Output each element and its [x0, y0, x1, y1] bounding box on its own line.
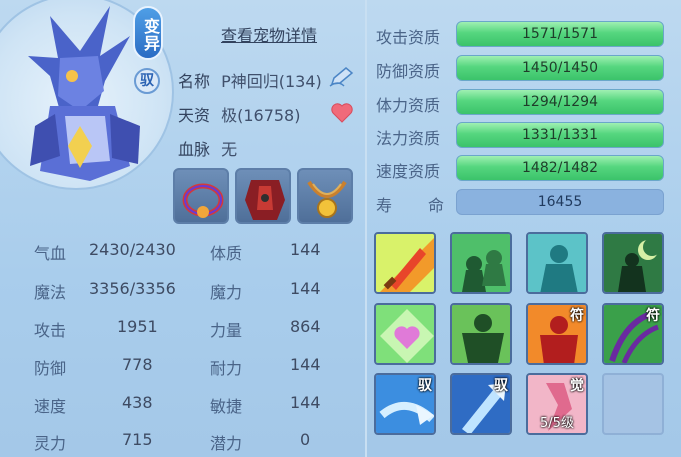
empty-skill-slot[interactable] — [602, 373, 664, 435]
lifespan-label-a: 寿 — [376, 196, 393, 215]
speed-value: 438 — [122, 393, 153, 412]
edit-name-icon[interactable] — [328, 66, 356, 88]
attack-label: 攻击 — [34, 321, 67, 340]
skill-slot-4[interactable] — [602, 232, 664, 294]
endurance-value: 144 — [290, 355, 321, 374]
attack-aptitude-label: 攻击资质 — [376, 28, 441, 47]
awaken-level: 5/5级 — [540, 416, 574, 431]
skill-slot-5[interactable] — [374, 303, 436, 365]
collar-equipment-slot[interactable] — [173, 168, 229, 224]
necklace-equipment-slot[interactable] — [297, 168, 353, 224]
endurance-label: 耐力 — [210, 359, 243, 378]
view-pet-details-link[interactable]: 查看宠物详情 — [221, 22, 317, 46]
spirit-value: 715 — [122, 430, 153, 449]
mp-label: 魔法 — [34, 283, 67, 302]
potential-value: 0 — [300, 430, 311, 449]
bloodline-row: 血脉 无 — [178, 136, 237, 160]
skill-slot-2[interactable] — [450, 232, 512, 294]
skill-slot-1[interactable] — [374, 232, 436, 294]
panel-divider — [365, 0, 367, 457]
skill-slot-11[interactable]: 觉 5/5级 — [526, 373, 588, 435]
armor-equipment-slot[interactable] — [235, 168, 291, 224]
constitution-value: 144 — [290, 240, 321, 259]
defense-aptitude-bar: 1450/1450 — [456, 55, 664, 81]
mana-aptitude-label: 法力资质 — [376, 129, 441, 148]
skill-slot-10[interactable]: 驭 — [450, 373, 512, 435]
name-label: 名称 — [178, 72, 211, 91]
skill-slot-8[interactable]: 符 — [602, 303, 664, 365]
spirit-guard-icon — [528, 234, 586, 292]
lifespan-label-b: 命 — [428, 196, 445, 215]
talisman-tag: 符 — [570, 308, 584, 324]
double-strike-icon — [452, 234, 510, 292]
mutant-badge: 变异 — [133, 6, 163, 60]
armor-icon — [245, 180, 285, 220]
necklace-icon — [307, 180, 347, 218]
bloodline-label: 血脉 — [178, 140, 211, 159]
hp-label: 气血 — [34, 244, 67, 263]
speed-aptitude-bar: 1482/1482 — [456, 155, 664, 181]
attack-aptitude-bar: 1571/1571 — [456, 21, 664, 47]
tame-badge: 驭 — [134, 68, 160, 94]
strength-label: 力量 — [210, 321, 243, 340]
defense-label: 防御 — [34, 359, 67, 378]
magic-power-label: 魔力 — [210, 283, 243, 302]
agility-value: 144 — [290, 393, 321, 412]
attack-value: 1951 — [117, 317, 158, 336]
defense-aptitude-label: 防御资质 — [376, 62, 441, 81]
tame-tag: 驭 — [418, 378, 432, 394]
potential-label: 潜力 — [210, 434, 243, 453]
talent-value: 极(16758) — [221, 106, 301, 125]
skill-slot-6[interactable] — [450, 303, 512, 365]
bloodline-value: 无 — [221, 140, 238, 159]
tame-tag: 驭 — [494, 378, 508, 394]
name-row: 名称 P神回归(134) — [178, 68, 322, 92]
giant-strength-icon — [452, 305, 510, 363]
heart-icon[interactable] — [330, 102, 354, 124]
stamina-aptitude-label: 体力资质 — [376, 96, 441, 115]
talent-row: 天资 极(16758) — [178, 102, 300, 126]
hp-value: 2430/2430 — [89, 240, 176, 259]
defense-value: 778 — [122, 355, 153, 374]
spirit-label: 灵力 — [34, 434, 67, 453]
agility-label: 敏捷 — [210, 397, 243, 416]
awaken-tag: 觉 — [570, 378, 584, 394]
speed-label: 速度 — [34, 397, 67, 416]
mp-value: 3356/3356 — [89, 279, 176, 298]
skill-slot-3[interactable] — [526, 232, 588, 294]
skill-slot-7[interactable]: 符 — [526, 303, 588, 365]
talent-label: 天资 — [178, 106, 211, 125]
talisman-tag: 符 — [646, 308, 660, 324]
skill-slot-9[interactable]: 驭 — [374, 373, 436, 435]
name-value: P神回归(134) — [221, 72, 322, 91]
stamina-aptitude-bar: 1294/1294 — [456, 89, 664, 115]
collar-icon — [182, 183, 224, 218]
heart-heal-icon — [376, 305, 434, 363]
magic-power-value: 144 — [290, 279, 321, 298]
speed-aptitude-label: 速度资质 — [376, 162, 441, 181]
sword-strike-icon — [376, 234, 434, 292]
night-warrior-icon — [604, 234, 662, 292]
mana-aptitude-bar: 1331/1331 — [456, 122, 664, 148]
strength-value: 864 — [290, 317, 321, 336]
lifespan-bar: 16455 — [456, 189, 664, 215]
constitution-label: 体质 — [210, 244, 243, 263]
